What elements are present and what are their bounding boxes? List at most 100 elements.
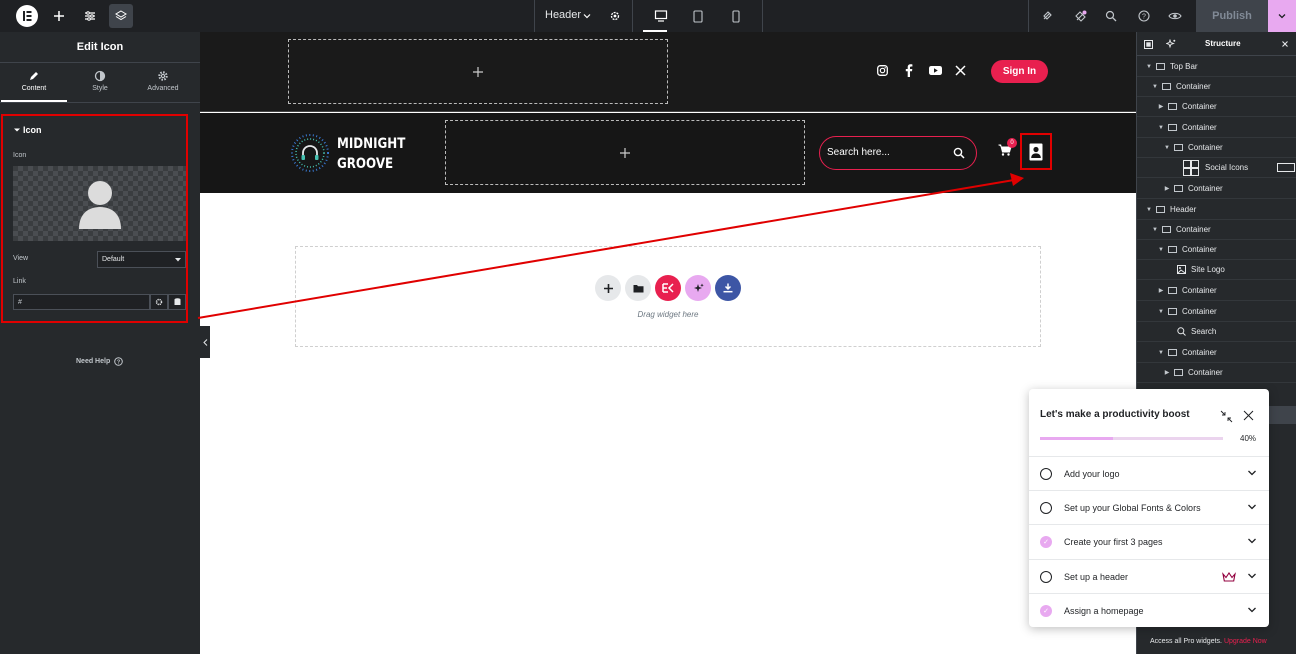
- page-settings-gear-icon[interactable]: [603, 4, 627, 28]
- close-icon[interactable]: [1243, 410, 1254, 421]
- site-logo-text: MIDNIGHT GROOVE: [337, 134, 405, 174]
- caret-down-icon[interactable]: ▼: [1145, 64, 1153, 70]
- structure-item[interactable]: ▼ Container: [1137, 302, 1296, 322]
- notifications-rocket-icon[interactable]: [1068, 4, 1092, 28]
- user-icon-widget-selected[interactable]: [1020, 133, 1052, 170]
- chevron-down-icon[interactable]: [1247, 536, 1257, 546]
- tab-advanced[interactable]: Advanced: [130, 64, 196, 102]
- empty-container-dropzone[interactable]: [288, 39, 668, 104]
- structure-item[interactable]: ▼ Container: [1137, 138, 1296, 158]
- search-box[interactable]: Search here...: [819, 136, 977, 170]
- caret-down-icon[interactable]: ▼: [1157, 125, 1165, 131]
- icon-picker-preview[interactable]: [13, 166, 186, 241]
- checklist-item-create-pages[interactable]: ✓ Create your first 3 pages: [1029, 524, 1269, 558]
- structure-item[interactable]: Search: [1137, 322, 1296, 342]
- checklist-title: Let's make a productivity boost: [1040, 409, 1190, 420]
- mobile-view-icon[interactable]: [724, 4, 748, 28]
- collapse-panel-handle[interactable]: [200, 326, 210, 358]
- minimize-icon[interactable]: [1220, 410, 1233, 423]
- publish-button[interactable]: Publish: [1196, 0, 1268, 32]
- site-settings-icon[interactable]: [1035, 4, 1059, 28]
- dock-panel-icon[interactable]: [1144, 40, 1153, 49]
- folder-icon: [633, 284, 643, 292]
- elementor-logo-icon[interactable]: [15, 4, 39, 28]
- structure-item[interactable]: ▼ Container: [1137, 220, 1296, 240]
- import-button[interactable]: [715, 275, 741, 301]
- caret-down-icon[interactable]: ▼: [1157, 350, 1165, 356]
- upgrade-now-link[interactable]: Upgrade Now: [1224, 638, 1267, 645]
- chevron-down-icon[interactable]: [575, 4, 599, 28]
- chevron-down-icon[interactable]: [1247, 502, 1257, 512]
- caret-down-icon[interactable]: ▼: [1151, 227, 1159, 233]
- add-template-button[interactable]: [625, 275, 651, 301]
- view-select[interactable]: Default: [97, 251, 186, 268]
- checklist-item-setup-header[interactable]: Set up a header: [1029, 559, 1269, 593]
- link-input[interactable]: #: [13, 294, 150, 310]
- empty-container-dropzone[interactable]: [445, 120, 805, 185]
- chevron-down-icon[interactable]: [1247, 468, 1257, 478]
- settings-sliders-icon[interactable]: [78, 4, 102, 28]
- sign-in-button[interactable]: Sign In: [991, 60, 1048, 83]
- site-logo[interactable]: [288, 131, 332, 175]
- facebook-icon[interactable]: [905, 64, 913, 77]
- preview-eye-icon[interactable]: [1163, 4, 1187, 28]
- search-placeholder: Search here...: [827, 147, 890, 158]
- caret-right-icon[interactable]: ▶: [1163, 369, 1171, 376]
- envato-kit-button[interactable]: [655, 275, 681, 301]
- caret-down-icon[interactable]: ▼: [1157, 247, 1165, 253]
- checklist-item-global-fonts[interactable]: Set up your Global Fonts & Colors: [1029, 490, 1269, 524]
- desktop-view-icon[interactable]: [649, 4, 673, 28]
- close-icon[interactable]: [1282, 41, 1288, 47]
- structure-item[interactable]: ▼ Top Bar: [1137, 57, 1296, 77]
- ai-assistant-button[interactable]: [685, 275, 711, 301]
- structure-item[interactable]: ▼ Container: [1137, 118, 1296, 138]
- need-help-link[interactable]: Need Help ?: [76, 357, 124, 366]
- add-element-icon[interactable]: [47, 4, 71, 28]
- checkmark-circle-icon: ✓: [1040, 535, 1052, 548]
- caret-down-icon[interactable]: ▼: [1145, 207, 1153, 213]
- caret-down-icon[interactable]: ▼: [1163, 145, 1171, 151]
- checklist-item-assign-homepage[interactable]: ✓ Assign a homepage: [1029, 593, 1269, 627]
- structure-item[interactable]: ▼ Container: [1137, 77, 1296, 97]
- container-icon: [1168, 349, 1177, 356]
- caret-right-icon[interactable]: ▶: [1157, 287, 1165, 294]
- editor-panel: Edit Icon Content Style Advanced Icon Ic…: [0, 32, 200, 654]
- add-section-button[interactable]: [595, 275, 621, 301]
- caret-down-icon[interactable]: ▼: [1151, 84, 1159, 90]
- structure-item[interactable]: ▼ Container: [1137, 343, 1296, 363]
- caret-right-icon[interactable]: ▶: [1157, 103, 1165, 110]
- tab-style[interactable]: Style: [67, 64, 133, 102]
- structure-item[interactable]: ▶ Container: [1137, 179, 1296, 199]
- structure-item[interactable]: ▼ Container: [1137, 240, 1296, 260]
- instagram-icon[interactable]: [877, 65, 888, 76]
- structure-item[interactable]: ▶ Container: [1137, 281, 1296, 301]
- caret-right-icon[interactable]: ▶: [1163, 185, 1171, 192]
- structure-item-social-icons[interactable]: Social Icons: [1137, 158, 1296, 178]
- ai-sparkle-icon[interactable]: [1166, 39, 1176, 49]
- link-options-button[interactable]: [150, 294, 168, 310]
- chevron-down-icon[interactable]: [1247, 605, 1257, 615]
- help-icon[interactable]: ?: [1132, 4, 1156, 28]
- x-twitter-icon[interactable]: [955, 65, 966, 76]
- publish-options-button[interactable]: [1268, 0, 1296, 32]
- headphones-logo-icon: [291, 134, 329, 172]
- tab-content[interactable]: Content: [1, 64, 67, 102]
- section-header-icon[interactable]: Icon: [13, 125, 42, 135]
- layers-icon[interactable]: [109, 4, 133, 28]
- chevron-down-icon[interactable]: [1247, 571, 1257, 581]
- search-icon[interactable]: [1099, 4, 1123, 28]
- structure-item-label: Container: [1176, 82, 1211, 91]
- youtube-icon[interactable]: [929, 66, 942, 75]
- structure-item[interactable]: ▼ Header: [1137, 200, 1296, 220]
- caret-down-icon[interactable]: ▼: [1157, 309, 1165, 315]
- search-icon[interactable]: [953, 147, 965, 159]
- plus-icon: [620, 147, 630, 158]
- structure-item[interactable]: Site Logo: [1137, 260, 1296, 280]
- checklist-item-add-logo[interactable]: Add your logo: [1029, 456, 1269, 490]
- structure-item[interactable]: ▶ Container: [1137, 363, 1296, 383]
- tablet-view-icon[interactable]: [686, 4, 710, 28]
- drag-widget-zone[interactable]: Drag widget here: [295, 246, 1041, 347]
- database-icon: [174, 298, 180, 305]
- dynamic-tags-button[interactable]: [168, 294, 186, 310]
- structure-item[interactable]: ▶ Container: [1137, 97, 1296, 117]
